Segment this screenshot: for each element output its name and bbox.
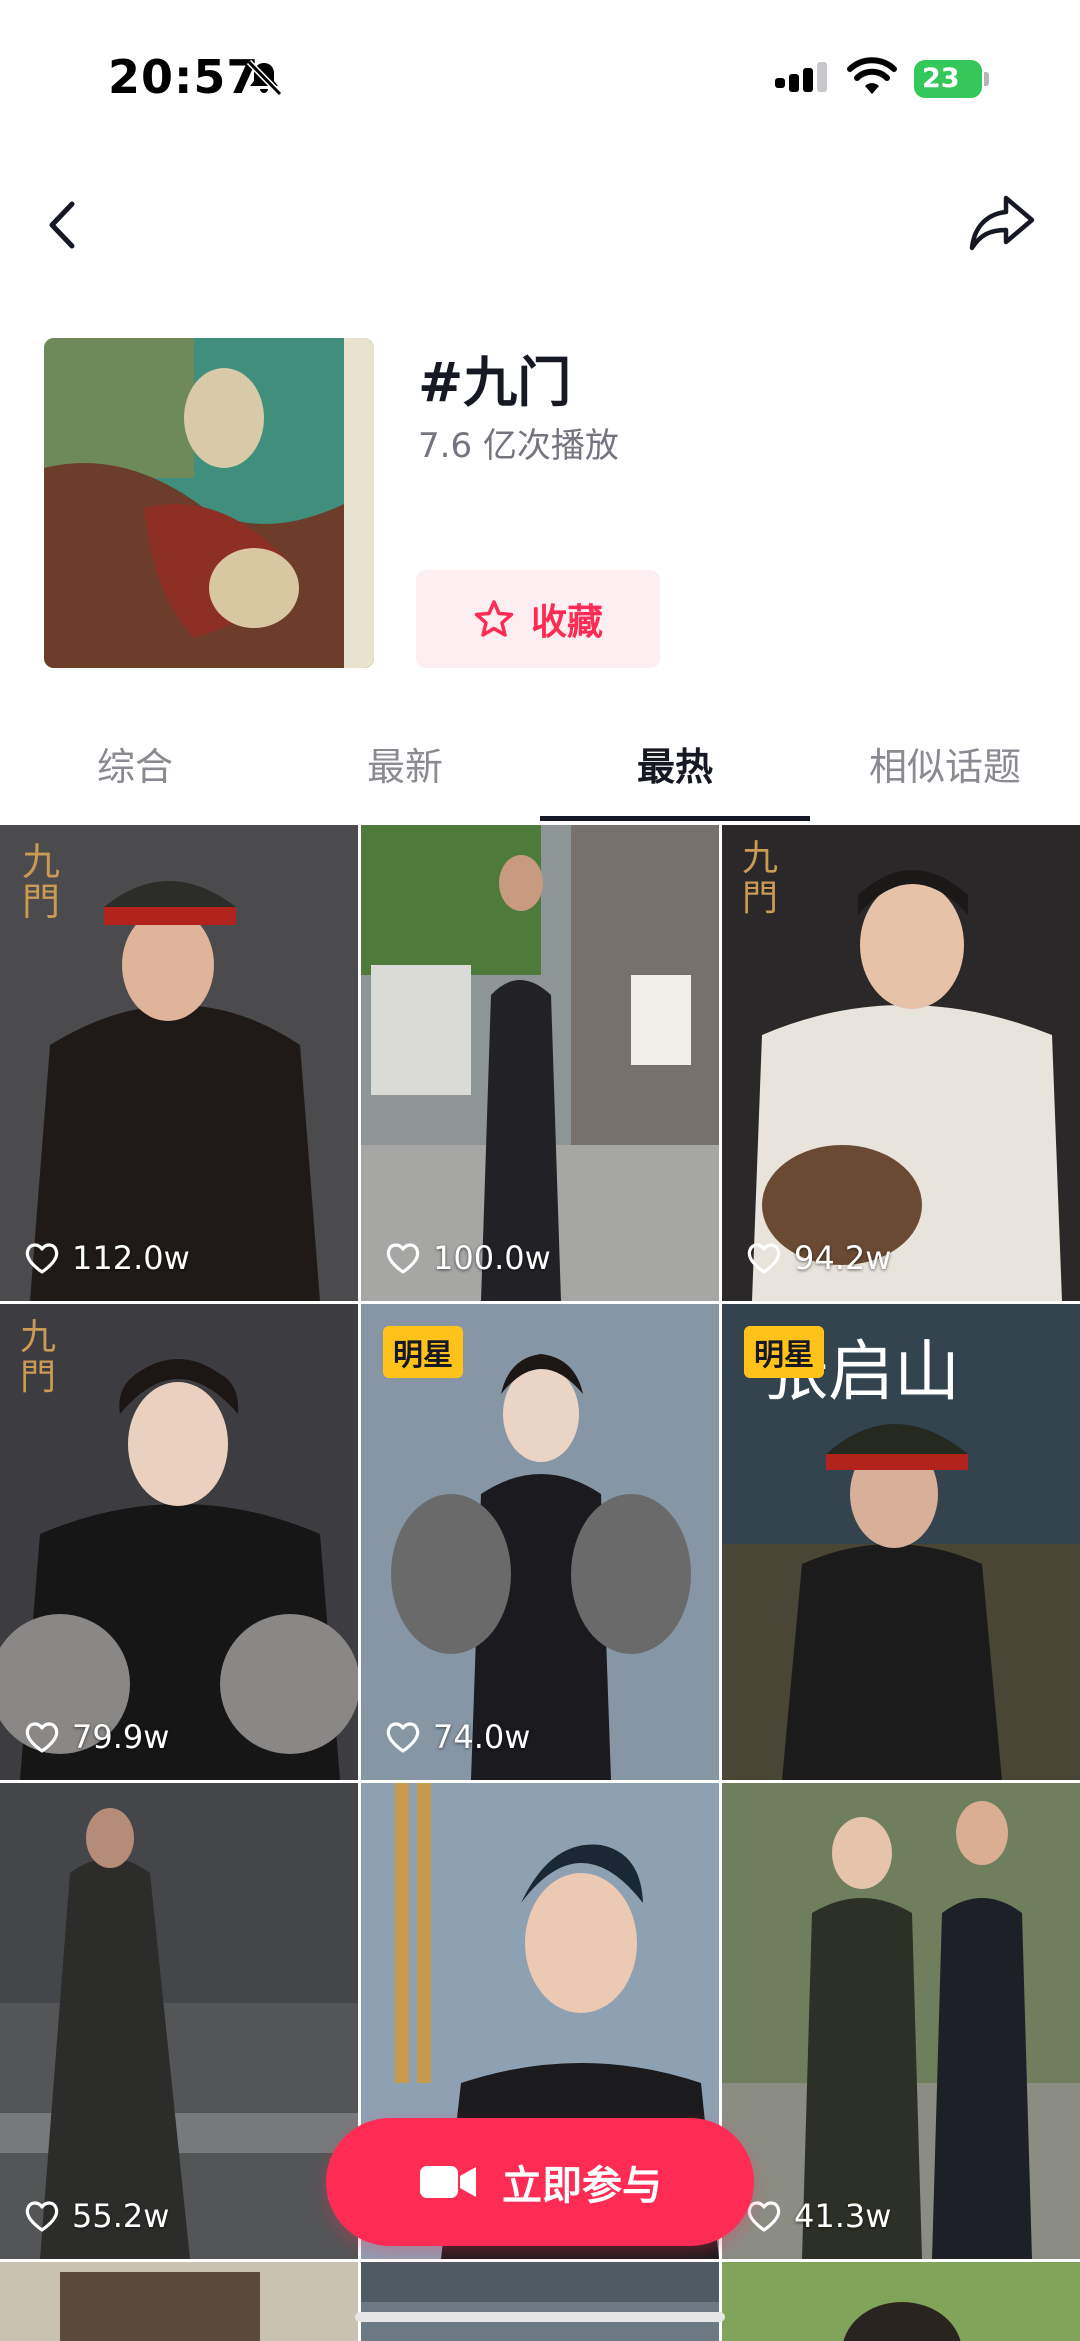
like-count: 112.0w [24, 1239, 190, 1277]
battery-level: 23 [914, 60, 982, 98]
video-thumbnail [0, 2262, 358, 2341]
video-thumbnail [722, 2262, 1080, 2341]
battery-icon: 23 [914, 60, 990, 98]
video-tile[interactable]: 九 門 112.0w [0, 825, 358, 1301]
video-tile[interactable]: 九 門 94.2w [722, 825, 1080, 1301]
svg-text:門: 門 [20, 1357, 56, 1398]
star-icon [474, 600, 514, 637]
home-indicator[interactable] [355, 2312, 725, 2322]
chevron-left-icon[interactable] [40, 190, 90, 260]
like-count: 55.2w [24, 2197, 169, 2235]
like-count-text: 112.0w [72, 1239, 190, 1277]
video-tile[interactable] [722, 2262, 1080, 2341]
join-now-button[interactable]: 立即参与 [326, 2118, 754, 2246]
video-thumbnail: 九 門 [0, 1304, 358, 1780]
video-thumbnail: 九 門 [0, 825, 358, 1301]
topic-cover-image [44, 338, 374, 668]
join-now-label: 立即参与 [502, 2163, 662, 2209]
tab-similar-topics[interactable]: 相似话题 [810, 725, 1080, 821]
like-count-text: 41.3w [794, 2197, 892, 2235]
video-thumbnail [361, 825, 719, 1301]
share-arrow-icon[interactable] [966, 190, 1038, 256]
like-count-text: 94.2w [794, 1239, 892, 1277]
like-count-text: 100.0w [433, 1239, 551, 1277]
star-badge: 明星 [744, 1326, 824, 1378]
like-count-text: 79.9w [72, 1718, 170, 1756]
like-count-text: 74.0w [433, 1718, 531, 1756]
like-count-text: 55.2w [72, 2197, 170, 2235]
heart-icon [747, 1243, 781, 1274]
heart-icon [25, 1243, 59, 1274]
video-tile[interactable] [361, 2262, 719, 2341]
video-grid: 九 門 112.0w 100.0w 九 門 94.2w 九 門 79.9w 明星… [0, 825, 1080, 2341]
svg-text:九: 九 [22, 840, 60, 884]
topic-title: #九门 [418, 351, 572, 414]
topic-play-count: 7.6 亿次播放 [418, 426, 619, 466]
favorite-label: 收藏 [530, 602, 603, 643]
svg-text:九: 九 [742, 838, 778, 879]
like-count: 41.3w [746, 2197, 891, 2235]
svg-text:門: 門 [742, 878, 778, 919]
like-count: 100.0w [385, 1239, 551, 1277]
video-tile[interactable]: 明星 74.0w [361, 1304, 719, 1780]
tab-bar: 综合 最新 最热 相似话题 [0, 725, 1080, 821]
video-tile[interactable]: 55.2w [0, 1783, 358, 2259]
video-thumbnail: 九 門 [722, 825, 1080, 1301]
video-tile[interactable] [0, 2262, 358, 2341]
heart-icon [747, 2201, 781, 2232]
favorite-button[interactable]: 收藏 [416, 570, 660, 668]
heart-icon [386, 1243, 420, 1274]
video-tile[interactable]: 张启山 明星 [722, 1304, 1080, 1780]
video-tile[interactable]: 41.3w [722, 1783, 1080, 2259]
video-thumbnail [361, 2262, 719, 2341]
video-camera-icon [420, 2166, 476, 2198]
wifi-icon [847, 57, 897, 94]
status-time: 20:57 [108, 50, 260, 104]
video-tile[interactable]: 九 門 79.9w [0, 1304, 358, 1780]
tab-comprehensive[interactable]: 综合 [0, 725, 270, 821]
bell-slash-icon [246, 59, 283, 97]
star-badge: 明星 [383, 1326, 463, 1378]
video-tile[interactable]: 100.0w [361, 825, 719, 1301]
status-bar: 20:57 23 [0, 0, 1080, 150]
signal-icon [775, 62, 827, 92]
like-count: 94.2w [746, 1239, 891, 1277]
video-thumbnail [0, 1783, 358, 2259]
like-count: 79.9w [24, 1718, 169, 1756]
svg-text:九: 九 [20, 1317, 56, 1358]
tab-hottest[interactable]: 最热 [540, 725, 810, 821]
heart-icon [386, 1722, 420, 1753]
battery-tip [984, 72, 989, 86]
heart-icon [25, 1722, 59, 1753]
tab-latest[interactable]: 最新 [270, 725, 540, 821]
heart-icon [25, 2201, 59, 2232]
video-thumbnail [722, 1783, 1080, 2259]
svg-text:門: 門 [22, 880, 60, 924]
like-count: 74.0w [385, 1718, 530, 1756]
